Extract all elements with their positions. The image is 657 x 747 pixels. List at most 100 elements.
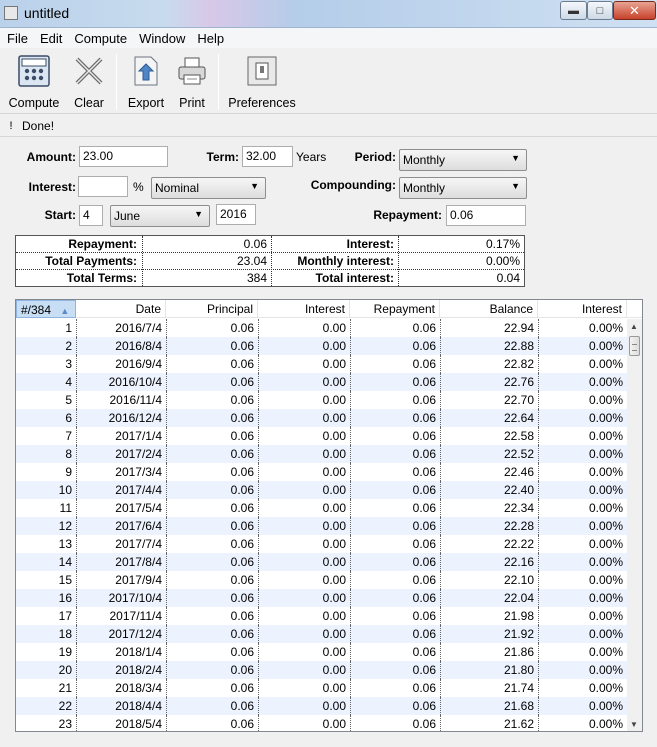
scroll-down-icon[interactable]: ▼: [630, 720, 638, 729]
table-cell: 21.74: [440, 679, 538, 697]
summary-repayment-value: 0.06: [243, 237, 267, 251]
table-cell: 0.00%: [538, 661, 627, 679]
header-repayment[interactable]: Repayment: [350, 300, 440, 318]
header-interest-rate[interactable]: Interest: [538, 300, 627, 318]
table-cell: 0.00: [258, 535, 350, 553]
table-cell: 0.00: [258, 373, 350, 391]
table-cell: 2016/8/4: [76, 337, 166, 355]
table-row[interactable]: 9 2017/3/4 0.06 0.00 0.06 22.46 0.00%: [16, 463, 627, 481]
table-row[interactable]: 22 2018/4/4 0.06 0.00 0.06 21.68 0.00%: [16, 697, 627, 715]
menu-compute[interactable]: Compute: [68, 31, 133, 46]
table-row[interactable]: 4 2016/10/4 0.06 0.00 0.06 22.76 0.00%: [16, 373, 627, 391]
table-cell: 2017/12/4: [76, 625, 166, 643]
period-select[interactable]: Monthly ▼: [399, 149, 527, 171]
menu-help[interactable]: Help: [191, 31, 230, 46]
header-index[interactable]: #/384 ▲: [16, 300, 76, 318]
preferences-label: Preferences: [228, 96, 296, 110]
table-cell: 21.68: [440, 697, 538, 715]
table-row[interactable]: 14 2017/8/4 0.06 0.00 0.06 22.16 0.00%: [16, 553, 627, 571]
summary-total-interest-value: 0.04: [496, 271, 520, 285]
table-row[interactable]: 1 2016/7/4 0.06 0.00 0.06 22.94 0.00%: [16, 319, 627, 337]
close-button[interactable]: ✕: [613, 1, 656, 20]
table-cell: 20: [58, 663, 72, 677]
table-cell: 0.06: [166, 715, 258, 731]
table-cell: 19: [58, 645, 72, 659]
table-row[interactable]: 20 2018/2/4 0.06 0.00 0.06 21.80 0.00%: [16, 661, 627, 679]
table-row[interactable]: 17 2017/11/4 0.06 0.00 0.06 21.98 0.00%: [16, 607, 627, 625]
menu-file[interactable]: File: [0, 31, 34, 46]
table-cell: 0.06: [350, 697, 440, 715]
scroll-up-icon[interactable]: ▲: [630, 322, 638, 331]
vertical-scrollbar[interactable]: ▲ ▼: [627, 319, 642, 731]
header-balance[interactable]: Balance: [440, 300, 538, 318]
scroll-thumb[interactable]: [629, 336, 640, 356]
table-row[interactable]: 15 2017/9/4 0.06 0.00 0.06 22.10 0.00%: [16, 571, 627, 589]
table-row[interactable]: 13 2017/7/4 0.06 0.00 0.06 22.22 0.00%: [16, 535, 627, 553]
title-bar: untitled ▬ □ ✕: [0, 0, 657, 28]
table-cell: 0.00: [258, 679, 350, 697]
rate-type-select[interactable]: Nominal ▼: [151, 177, 266, 199]
table-cell: 0.00%: [538, 463, 627, 481]
table-row[interactable]: 3 2016/9/4 0.06 0.00 0.06 22.82 0.00%: [16, 355, 627, 373]
table-cell: 2017/3/4: [76, 463, 166, 481]
start-month-select[interactable]: June ▼: [110, 205, 210, 227]
compounding-select[interactable]: Monthly ▼: [399, 177, 527, 199]
preferences-button[interactable]: Preferences: [226, 54, 298, 110]
table-row[interactable]: 2 2016/8/4 0.06 0.00 0.06 22.88 0.00%: [16, 337, 627, 355]
table-row[interactable]: 8 2017/2/4 0.06 0.00 0.06 22.52 0.00%: [16, 445, 627, 463]
amount-field[interactable]: 23.00: [79, 146, 168, 167]
table-cell: 0.06: [350, 679, 440, 697]
table-cell: 2016/9/4: [76, 355, 166, 373]
table-cell: 0.06: [350, 517, 440, 535]
table-row[interactable]: 18 2017/12/4 0.06 0.00 0.06 21.92 0.00%: [16, 625, 627, 643]
table-row[interactable]: 23 2018/5/4 0.06 0.00 0.06 21.62 0.00%: [16, 715, 627, 731]
header-date[interactable]: Date: [76, 300, 166, 318]
print-button[interactable]: Print: [175, 54, 209, 110]
table-cell: 0.06: [166, 661, 258, 679]
table-cell: 0.00: [258, 427, 350, 445]
header-principal[interactable]: Principal: [166, 300, 258, 318]
table-cell: 0.00%: [538, 571, 627, 589]
table-cell: 2016/7/4: [76, 319, 166, 337]
table-row[interactable]: 12 2017/6/4 0.06 0.00 0.06 22.28 0.00%: [16, 517, 627, 535]
menu-edit[interactable]: Edit: [34, 31, 68, 46]
summary-total-interest-label: Total interest:: [315, 271, 394, 285]
start-year-field[interactable]: 2016: [216, 204, 256, 225]
maximize-button[interactable]: □: [587, 1, 613, 20]
repayment-field[interactable]: 0.06: [446, 205, 526, 226]
header-interest[interactable]: Interest: [258, 300, 350, 318]
table-row[interactable]: 10 2017/4/4 0.06 0.00 0.06 22.40 0.00%: [16, 481, 627, 499]
info-icon: !: [9, 119, 13, 132]
rate-type-value: Nominal: [155, 181, 200, 195]
amortization-table[interactable]: #/384 ▲ Date Principal Interest Repaymen…: [15, 299, 643, 732]
table-cell: 0.06: [166, 445, 258, 463]
menu-window[interactable]: Window: [133, 31, 191, 46]
table-cell: 0.00: [258, 409, 350, 427]
table-cell: 0.06: [350, 391, 440, 409]
table-cell: 4: [65, 375, 72, 389]
print-label: Print: [179, 96, 205, 110]
minimize-button[interactable]: ▬: [560, 1, 587, 20]
table-row[interactable]: 6 2016/12/4 0.06 0.00 0.06 22.64 0.00%: [16, 409, 627, 427]
term-field[interactable]: 32.00: [242, 146, 293, 167]
period-value: Monthly: [403, 153, 446, 167]
table-cell: 0.06: [350, 589, 440, 607]
interest-field[interactable]: [78, 176, 128, 197]
status-line: ! Done!: [0, 115, 657, 137]
summary-total-payments-label: Total Payments:: [45, 254, 137, 268]
summary-total-terms-label: Total Terms:: [66, 271, 137, 285]
table-row[interactable]: 16 2017/10/4 0.06 0.00 0.06 22.04 0.00%: [16, 589, 627, 607]
clear-button[interactable]: Clear: [70, 54, 108, 110]
export-button[interactable]: Export: [124, 54, 168, 110]
percent-sign: %: [133, 180, 144, 194]
table-cell: 0.06: [166, 463, 258, 481]
table-row[interactable]: 7 2017/1/4 0.06 0.00 0.06 22.58 0.00%: [16, 427, 627, 445]
table-cell: 2017/8/4: [76, 553, 166, 571]
compute-button[interactable]: Compute: [6, 54, 62, 110]
table-row[interactable]: 19 2018/1/4 0.06 0.00 0.06 21.86 0.00%: [16, 643, 627, 661]
table-row[interactable]: 5 2016/11/4 0.06 0.00 0.06 22.70 0.00%: [16, 391, 627, 409]
chevron-down-icon: ▼: [194, 209, 203, 219]
table-row[interactable]: 11 2017/5/4 0.06 0.00 0.06 22.34 0.00%: [16, 499, 627, 517]
start-day-field[interactable]: 4: [79, 205, 103, 226]
table-row[interactable]: 21 2018/3/4 0.06 0.00 0.06 21.74 0.00%: [16, 679, 627, 697]
